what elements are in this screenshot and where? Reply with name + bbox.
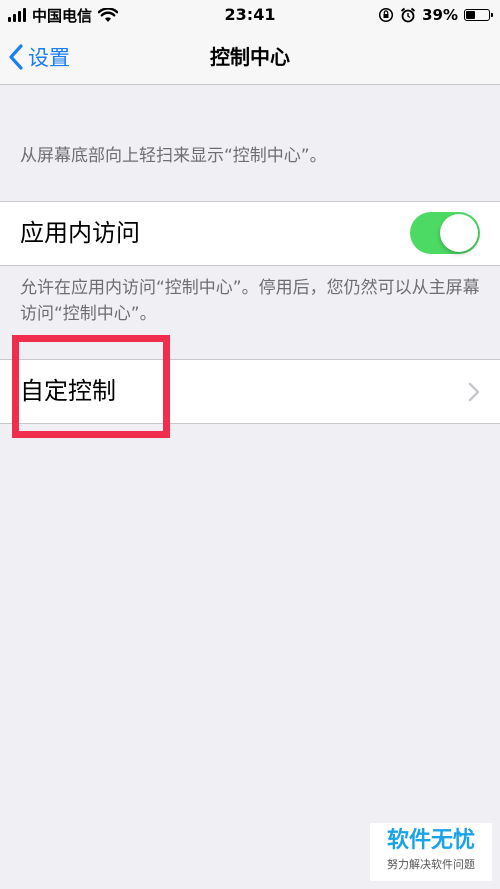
toggle-knob [440,214,478,252]
customize-controls-label: 自定控制 [20,377,116,405]
watermark-subtitle: 努力解决软件问题 [387,858,475,871]
access-note: 允许在应用内访问“控制中心”。停用后，您仍然可以从主屏幕访问“控制中心”。 [20,278,480,324]
customize-controls-cell[interactable]: 自定控制 [0,359,500,424]
chevron-right-icon [468,382,480,402]
alarm-icon [401,7,416,23]
access-within-apps-label: 应用内访问 [20,219,140,247]
access-within-apps-cell: 应用内访问 [0,201,500,266]
navigation-bar: 设置 控制中心 [0,30,500,85]
page-title: 控制中心 [210,45,290,69]
watermark: 软件无忧 努力解决软件问题 [370,823,492,881]
rotation-lock-icon [379,7,394,23]
watermark-title: 软件无忧 [386,828,475,853]
intro-note: 从屏幕底部向上轻扫来显示“控制中心”。 [20,146,327,166]
status-bar: 中国电信 23:41 39% [0,0,500,30]
status-right: 39% [378,4,493,26]
battery-icon [464,9,493,21]
battery-percent: 39% [422,6,458,24]
access-within-apps-toggle[interactable] [410,212,480,254]
battery-level-fill [466,11,476,19]
